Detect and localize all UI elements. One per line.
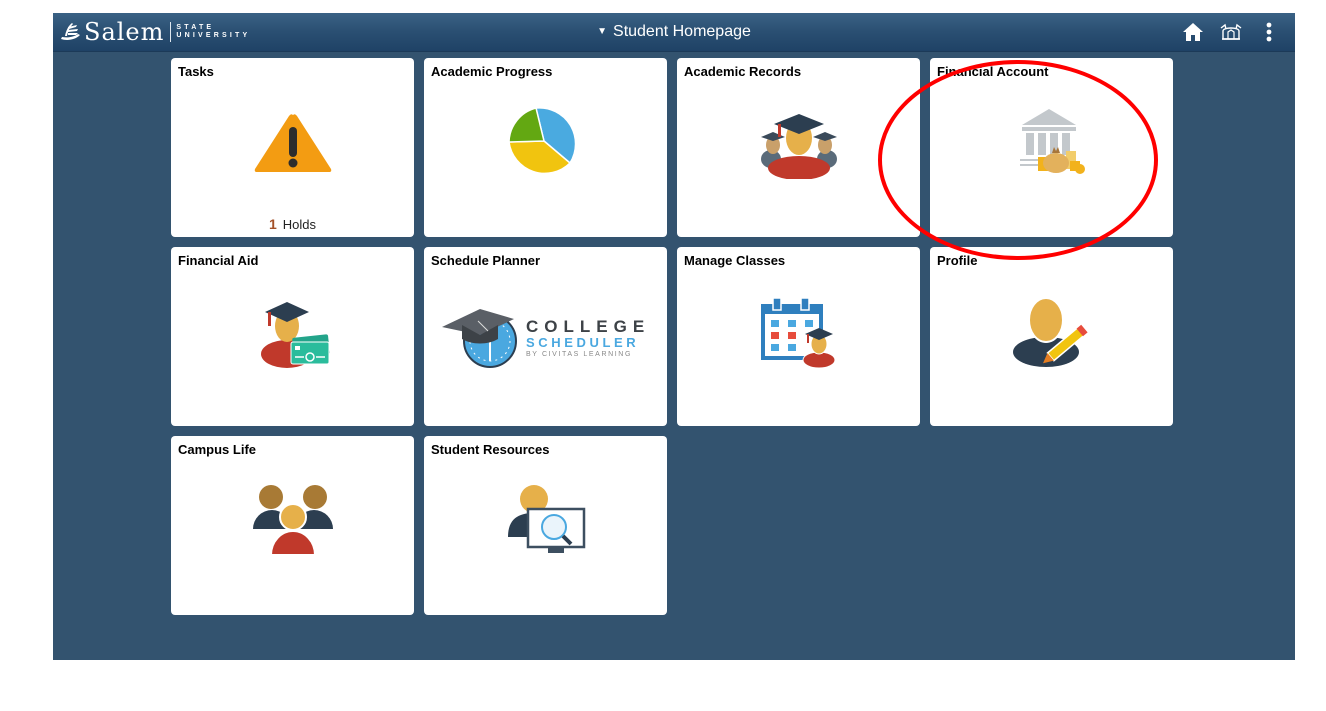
tile-tasks[interactable]: Tasks 1 Holds <box>171 58 414 237</box>
calendar-graduate-icon <box>760 297 835 368</box>
profile-edit-icon <box>1012 297 1088 367</box>
navbar-button[interactable] <box>1219 20 1243 44</box>
bank-icon <box>1019 109 1085 174</box>
tile-label: Tasks <box>178 64 214 79</box>
college-scheduler-wordmark: COLLEGE SCHEDULER BY CIVITAS LEARNING <box>526 317 650 360</box>
holds-label: Holds <box>282 217 317 232</box>
tile-manage-classes[interactable]: Manage Classes <box>677 247 920 426</box>
graduates-icon <box>760 114 837 179</box>
page-title: Student Homepage <box>613 23 751 40</box>
holds-count: 1 <box>268 216 277 232</box>
person-monitor-search-icon <box>507 485 585 553</box>
group-icon <box>252 485 333 556</box>
pie-chart-icon <box>507 107 576 175</box>
holds-summary: 1 Holds <box>171 216 414 232</box>
tile-academic-records[interactable]: Academic Records <box>677 58 920 237</box>
graduate-money-icon <box>260 302 330 368</box>
tile-label: Student Resources <box>431 442 550 457</box>
tile-label: Financial Account <box>937 64 1049 79</box>
actions-menu-icon <box>1266 22 1272 42</box>
tile-label: Profile <box>937 253 978 268</box>
college-scheduler-logo-icon <box>442 309 517 368</box>
logo-line1: COLLEGE <box>526 316 651 336</box>
tile-academic-progress[interactable]: Academic Progress <box>424 58 667 237</box>
warning-icon <box>254 114 331 172</box>
tile-schedule-planner[interactable]: Schedule Planner COLLEGE SCHEDULER BY CI… <box>424 247 667 426</box>
logo-line3: BY CIVITAS LEARNING <box>526 350 632 358</box>
header-actions <box>1181 19 1281 45</box>
page-title-dropdown[interactable]: ▼ Student Homepage <box>53 13 1295 51</box>
navbar-icon <box>1220 23 1242 40</box>
header-bar: Salem STATE UNIVERSITY ▼ Student Homepage <box>53 13 1295 52</box>
tile-student-resources[interactable]: Student Resources <box>424 436 667 615</box>
app-container: Salem STATE UNIVERSITY ▼ Student Homepage <box>53 13 1295 660</box>
tile-label: Schedule Planner <box>431 253 541 268</box>
home-icon <box>1183 23 1203 41</box>
home-button[interactable] <box>1181 20 1205 44</box>
tile-financial-aid[interactable]: Financial Aid <box>171 247 414 426</box>
tile-label: Financial Aid <box>178 253 259 268</box>
logo-line2: SCHEDULER <box>526 334 640 350</box>
tile-label: Manage Classes <box>684 253 786 268</box>
tile-label: Campus Life <box>178 442 257 457</box>
tile-label: Academic Records <box>684 64 802 79</box>
tile-label: Academic Progress <box>431 64 553 79</box>
tile-financial-account[interactable]: Financial Account <box>930 58 1173 237</box>
actions-menu-button[interactable] <box>1257 20 1281 44</box>
tile-profile[interactable]: Profile <box>930 247 1173 426</box>
caret-down-icon: ▼ <box>597 26 608 37</box>
tile-campus-life[interactable]: Campus Life <box>171 436 414 615</box>
